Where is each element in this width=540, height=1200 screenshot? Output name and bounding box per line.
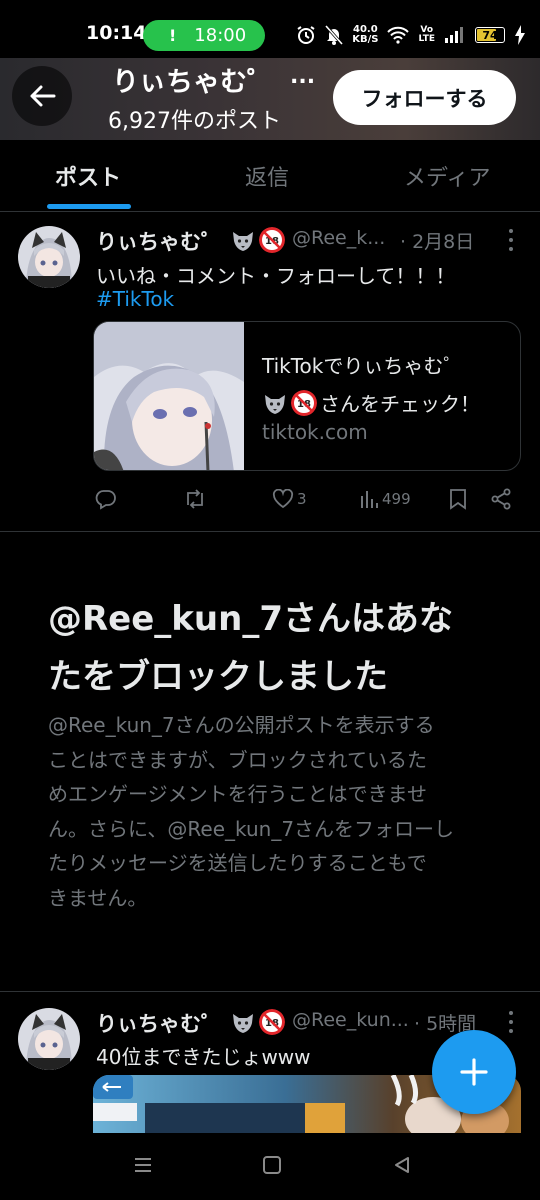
recent-apps-icon[interactable] <box>133 1155 153 1175</box>
name-truncation: ... <box>290 64 316 89</box>
age-restriction-icon: 18 <box>291 390 317 416</box>
post-date: · 2月8日 <box>400 231 475 253</box>
wolf-emoji-icon <box>233 1014 253 1033</box>
home-icon[interactable] <box>262 1155 282 1175</box>
wolf-emoji-icon <box>233 232 253 251</box>
call-indicator-icon: ! <box>169 26 177 45</box>
mute-icon <box>325 25 344 45</box>
avatar[interactable] <box>18 226 80 288</box>
more-options-icon[interactable] <box>503 1011 519 1033</box>
reply-icon <box>95 490 116 510</box>
like-button[interactable]: 3 <box>272 484 307 514</box>
call-pill-time: 18:00 <box>194 25 247 46</box>
tab-replies[interactable]: 返信 <box>245 160 289 192</box>
arrow-left-icon <box>30 85 56 107</box>
view-count: 499 <box>382 490 411 508</box>
profile-name: りぃちゃむ゜ <box>112 67 274 98</box>
link-preview-domain: tiktok.com <box>262 420 368 444</box>
ongoing-call-pill[interactable]: ! 18:00 <box>143 20 265 51</box>
status-bar: 10:14 ! 18:00 40.0 KB/S Vo LTE 74 <box>0 0 540 58</box>
post-count: 6,927件のポスト <box>108 109 281 134</box>
post-text: 40位まできたじょwww <box>96 1045 311 1069</box>
status-time: 10:14 <box>86 22 147 44</box>
share-icon <box>491 488 511 510</box>
bookmark-button[interactable] <box>449 484 467 514</box>
compose-post-button[interactable] <box>432 1030 516 1114</box>
wifi-icon <box>387 26 410 44</box>
profile-header: りぃちゃむ゜ ... 6,927件のポスト フォローする <box>0 58 540 140</box>
repost-icon <box>187 489 203 509</box>
reply-button[interactable] <box>95 484 117 514</box>
more-options-icon[interactable] <box>503 229 519 251</box>
repost-button[interactable] <box>183 484 207 514</box>
link-preview-title: TikTokでりぃちゃむ゜ <box>262 354 464 378</box>
link-preview-card[interactable]: TikTokでりぃちゃむ゜ 18 さんをチェック！ tiktok.com <box>93 321 521 471</box>
signal-icon <box>445 27 463 43</box>
back-nav-icon[interactable] <box>392 1155 412 1175</box>
like-count: 3 <box>297 490 307 508</box>
post-author-name[interactable]: りぃちゃむ゜ <box>96 226 222 256</box>
post-author-handle: @Ree_kun... <box>292 1009 409 1031</box>
bookmark-icon <box>450 489 466 510</box>
age-restriction-icon: 18 <box>259 227 285 253</box>
views-chart-icon <box>361 491 378 508</box>
post-text: いいね・コメント・フォローして！！！ <box>96 264 456 288</box>
back-button[interactable] <box>12 66 72 126</box>
status-icons: 40.0 KB/S Vo LTE 74 <box>296 22 526 48</box>
views-button[interactable]: 499 <box>359 484 411 514</box>
blocked-notice-body: @Ree_kun_7さんの公開ポストを表示する ことはできますが、ブロックされて… <box>48 713 455 910</box>
network-speed: 40.0 KB/S <box>352 24 379 45</box>
active-tab-indicator <box>47 204 131 209</box>
system-navigation-bar <box>0 1133 540 1200</box>
plus-icon <box>460 1058 488 1086</box>
post-action-bar: 3 499 <box>0 484 540 514</box>
volte-icon: Vo LTE <box>418 25 435 44</box>
hashtag-link[interactable]: #TikTok <box>96 287 174 311</box>
post-item[interactable]: りぃちゃむ゜ 18 @Ree_k... · 2月8日 いいね・コメント・フォロー… <box>0 212 540 530</box>
post-author-name[interactable]: りぃちゃむ゜ <box>96 1008 222 1038</box>
alarm-icon <box>297 26 315 44</box>
tab-posts[interactable]: ポスト <box>55 160 121 192</box>
post-author-handle: @Ree_k... <box>292 227 386 249</box>
link-preview-image <box>94 322 244 470</box>
age-restriction-icon: 18 <box>259 1009 285 1035</box>
wolf-emoji-icon <box>265 395 285 414</box>
avatar[interactable] <box>18 1008 80 1070</box>
link-preview-title-continued: さんをチェック！ <box>320 392 480 416</box>
battery-icon: 74 <box>475 27 505 43</box>
post-divider <box>0 531 540 532</box>
share-button[interactable] <box>490 484 512 514</box>
blocked-notice-title: @Ree_kun_7さんはあな たをブロックしました <box>48 599 453 697</box>
profile-tabs: ポスト 返信 メディア <box>0 140 540 212</box>
tab-media[interactable]: メディア <box>404 160 490 192</box>
charging-icon <box>515 25 525 45</box>
follow-button[interactable]: フォローする <box>333 70 516 125</box>
heart-icon <box>272 489 294 509</box>
